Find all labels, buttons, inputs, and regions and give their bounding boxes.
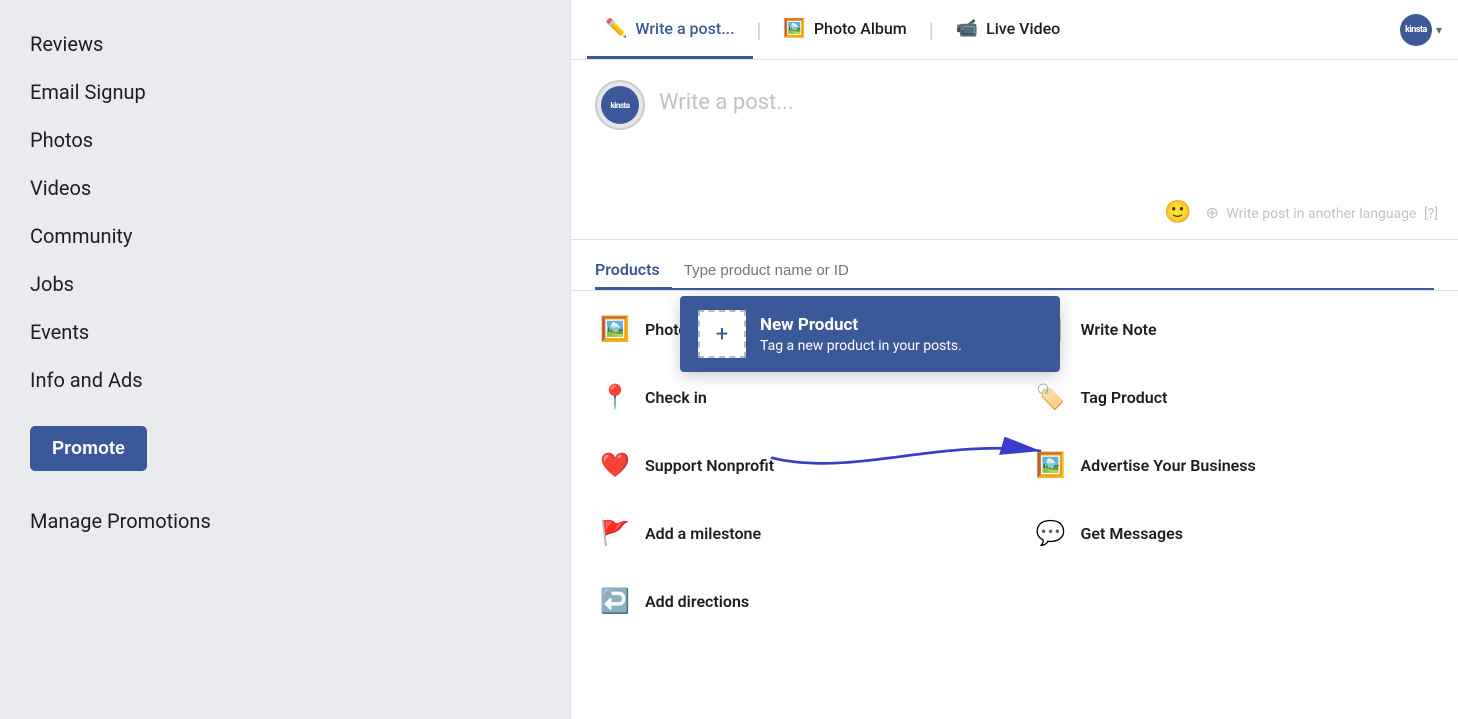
- plus-circle-icon: ⊕: [1205, 203, 1218, 222]
- action-item-add-milestone[interactable]: 🚩 Add a milestone: [579, 499, 1015, 567]
- action-write-note-label: Write Note: [1081, 320, 1157, 339]
- sidebar: Reviews Email Signup Photos Videos Commu…: [0, 0, 570, 719]
- sidebar-item-photos[interactable]: Photos: [30, 116, 540, 164]
- action-add-milestone-label: Add a milestone: [645, 524, 761, 543]
- action-advertise-label: Advertise Your Business: [1081, 456, 1256, 475]
- action-item-empty: [1015, 567, 1451, 635]
- live-video-icon: 📹: [956, 18, 978, 39]
- new-product-dropdown: + New Product Tag a new product in your …: [680, 296, 1060, 372]
- sidebar-item-community[interactable]: Community: [30, 212, 540, 260]
- action-tag-product-label: Tag Product: [1081, 388, 1168, 407]
- tab-divider-1: |: [753, 18, 766, 42]
- action-item-advertise-business[interactable]: 🖼️ Advertise Your Business: [1015, 431, 1451, 499]
- kinsta-avatar-small: kinsta: [1400, 14, 1432, 46]
- products-tab[interactable]: Products: [595, 252, 672, 290]
- new-product-add-icon[interactable]: +: [698, 310, 746, 358]
- new-product-text: New Product Tag a new product in your po…: [760, 315, 962, 354]
- sidebar-item-events[interactable]: Events: [30, 308, 540, 356]
- action-check-in-label: Check in: [645, 388, 707, 407]
- nonprofit-action-icon: ❤️: [597, 447, 633, 483]
- action-item-add-directions[interactable]: ↩️ Add directions: [579, 567, 1015, 635]
- emoji-icon[interactable]: 🙂: [1164, 200, 1191, 225]
- tab-photo-album[interactable]: 🖼️ Photo Album: [765, 0, 924, 59]
- new-product-desc: Tag a new product in your posts.: [760, 338, 962, 354]
- avatar: kinsta: [595, 80, 645, 130]
- new-product-title: New Product: [760, 315, 962, 335]
- action-item-write-note[interactable]: 📋 Write Note: [1015, 295, 1451, 363]
- write-post-area: kinsta Write a post... 🙂 ⊕ Write post in…: [571, 60, 1458, 240]
- kinsta-logo: kinsta: [601, 86, 639, 124]
- promote-button[interactable]: Promote: [30, 426, 147, 471]
- action-add-directions-label: Add directions: [645, 592, 749, 611]
- action-item-get-messages[interactable]: 💬 Get Messages: [1015, 499, 1451, 567]
- sidebar-item-jobs[interactable]: Jobs: [30, 260, 540, 308]
- action-item-check-in[interactable]: 📍 Check in: [579, 363, 1015, 431]
- post-tabs: ✏️ Write a post... | 🖼️ Photo Album | 📹 …: [571, 0, 1458, 60]
- sidebar-item-reviews[interactable]: Reviews: [30, 20, 540, 68]
- write-in-language[interactable]: ⊕ Write post in another language [?]: [1205, 203, 1438, 222]
- product-search-input[interactable]: [672, 254, 1434, 287]
- products-section: Products + New Product Tag a new product…: [571, 240, 1458, 291]
- sidebar-nav: Reviews Email Signup Photos Videos Commu…: [30, 20, 540, 545]
- tab-write-post[interactable]: ✏️ Write a post...: [587, 0, 753, 59]
- checkin-action-icon: 📍: [597, 379, 633, 415]
- tag-product-action-icon: 🏷️: [1033, 379, 1069, 415]
- tab-live-video[interactable]: 📹 Live Video: [938, 0, 1079, 59]
- pencil-icon: ✏️: [605, 18, 627, 39]
- sidebar-item-promote[interactable]: Promote: [30, 404, 540, 487]
- sidebar-item-videos[interactable]: Videos: [30, 164, 540, 212]
- products-row: Products + New Product Tag a new product…: [595, 252, 1434, 290]
- action-support-nonprofit-label: Support Nonprofit: [645, 456, 774, 475]
- action-get-messages-label: Get Messages: [1081, 524, 1183, 543]
- messages-action-icon: 💬: [1033, 515, 1069, 551]
- dropdown-arrow-icon[interactable]: ▾: [1436, 23, 1442, 37]
- tab-divider-2: |: [925, 18, 938, 42]
- post-area-bottom: 🙂 ⊕ Write post in another language [?]: [1164, 200, 1438, 225]
- sidebar-item-manage-promotions[interactable]: Manage Promotions: [30, 487, 540, 545]
- action-item-support-nonprofit[interactable]: ❤️ Support Nonprofit: [579, 431, 1015, 499]
- photo-album-icon: 🖼️: [783, 18, 805, 39]
- advertise-action-icon: 🖼️: [1033, 447, 1069, 483]
- sidebar-item-info-and-ads[interactable]: Info and Ads: [30, 356, 540, 404]
- main-content: ✏️ Write a post... | 🖼️ Photo Album | 📹 …: [570, 0, 1458, 719]
- photo-action-icon: 🖼️: [597, 311, 633, 347]
- write-post-placeholder[interactable]: Write a post...: [659, 80, 1434, 115]
- action-item-tag-product[interactable]: 🏷️ Tag Product: [1015, 363, 1451, 431]
- sidebar-item-email-signup[interactable]: Email Signup: [30, 68, 540, 116]
- milestone-action-icon: 🚩: [597, 515, 633, 551]
- directions-action-icon: ↩️: [597, 583, 633, 619]
